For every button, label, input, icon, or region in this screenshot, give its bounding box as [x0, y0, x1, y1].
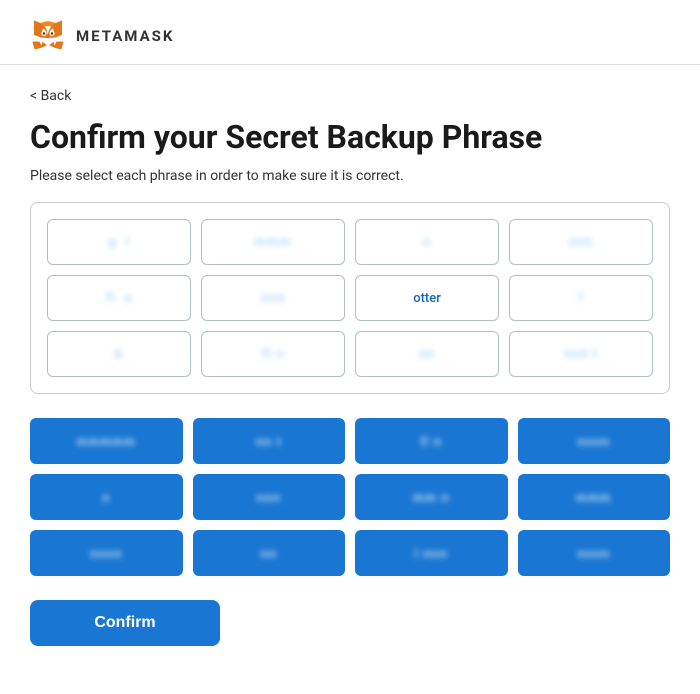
app-name: METAMASK [76, 27, 174, 45]
word-button-11[interactable]: l nnn [355, 530, 508, 576]
phrase-slot-3[interactable]: n [355, 219, 499, 265]
word-button-1[interactable]: mmmmm [30, 418, 183, 464]
word-button-9[interactable]: nnnn [30, 530, 183, 576]
phrase-slot-7[interactable]: otter [355, 275, 499, 321]
word-button-4[interactable]: nnnn [518, 418, 671, 464]
word-button-6[interactable]: nnn [193, 474, 346, 520]
metamask-logo [30, 18, 66, 54]
app-header: METAMASK [0, 0, 700, 65]
main-content: < Back Confirm your Secret Backup Phrase… [0, 65, 700, 670]
word-button-2[interactable]: nn t [193, 418, 346, 464]
word-bank-grid: mmmmm nn t fl n nnnn n nnn mm n mmm nnnn… [30, 418, 670, 576]
back-button[interactable]: < Back [30, 88, 71, 104]
phrase-slot-8[interactable]: f [509, 275, 653, 321]
phrase-slot-1[interactable]: g l [47, 219, 191, 265]
phrase-confirmation-box: g l mmm n nnn fl s nnn otter f b fl n nn… [30, 202, 670, 394]
phrase-slots-grid: g l mmm n nnn fl s nnn otter f b fl n nn… [47, 219, 653, 377]
page-subtitle: Please select each phrase in order to ma… [30, 168, 670, 184]
phrase-slot-6[interactable]: nnn [201, 275, 345, 321]
phrase-slot-10[interactable]: fl n [201, 331, 345, 377]
confirm-button[interactable]: Confirm [30, 600, 220, 646]
phrase-slot-4[interactable]: nnn [509, 219, 653, 265]
phrase-slot-9[interactable]: b [47, 331, 191, 377]
phrase-slot-12[interactable]: mm l [509, 331, 653, 377]
word-button-10[interactable]: nn [193, 530, 346, 576]
word-button-3[interactable]: fl n [355, 418, 508, 464]
word-button-5[interactable]: n [30, 474, 183, 520]
word-button-8[interactable]: mmm [518, 474, 671, 520]
page-title: Confirm your Secret Backup Phrase [30, 118, 670, 156]
word-button-12[interactable]: nnnn [518, 530, 671, 576]
word-button-7[interactable]: mm n [355, 474, 508, 520]
phrase-slot-11[interactable]: nn [355, 331, 499, 377]
phrase-slot-5[interactable]: fl s [47, 275, 191, 321]
phrase-slot-2[interactable]: mmm [201, 219, 345, 265]
